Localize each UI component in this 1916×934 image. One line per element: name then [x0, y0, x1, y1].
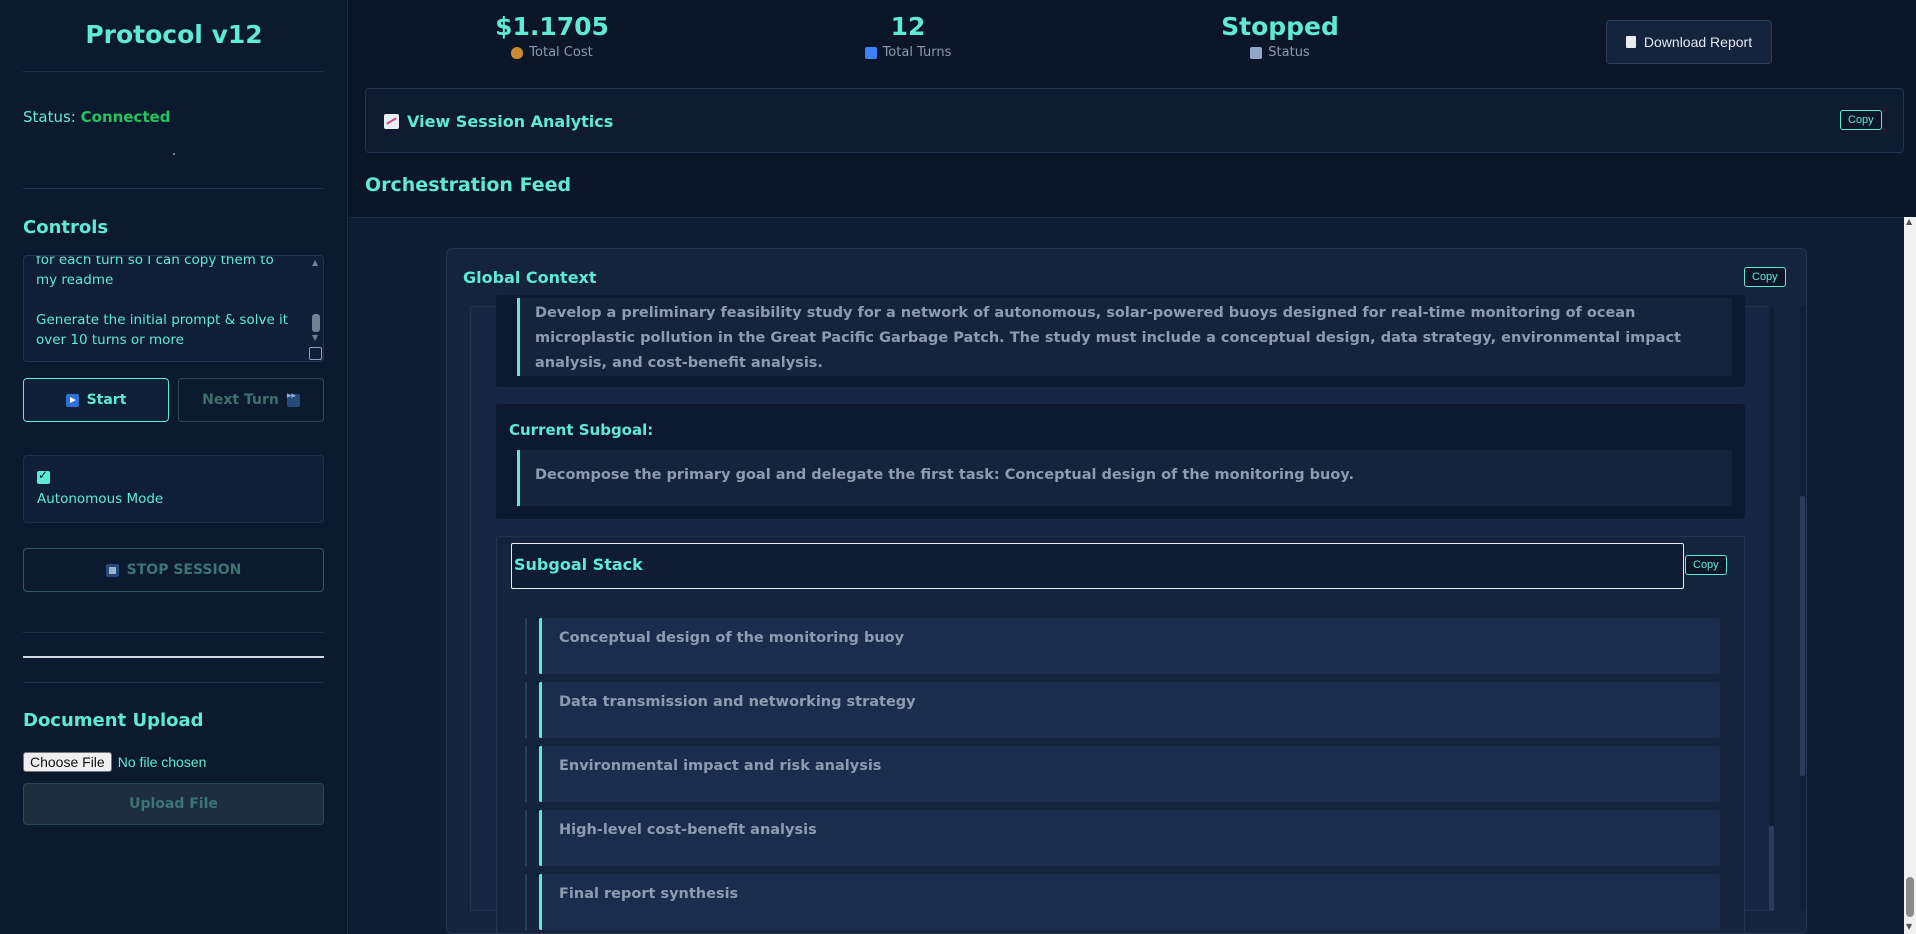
subgoal-item-text: Final report synthesis — [559, 886, 739, 902]
bar-chart-icon — [1250, 46, 1263, 59]
autonomous-mode-checkbox[interactable] — [37, 468, 50, 484]
page-scrollbar[interactable]: ▲ ▼ — [1904, 217, 1916, 934]
divider — [23, 632, 324, 633]
subgoal-stack-title: Subgoal Stack — [514, 555, 643, 574]
stop-session-button[interactable]: STOP SESSION — [23, 548, 324, 592]
money-bag-icon — [511, 46, 524, 59]
copy-global-context-button[interactable]: Copy — [1744, 267, 1786, 287]
global-context-title: Global Context — [463, 268, 597, 287]
separator-rule — [23, 656, 324, 658]
resize-handle[interactable] — [309, 347, 322, 360]
stack-guide — [525, 618, 527, 674]
connection-status: Status: Connected — [23, 108, 170, 126]
subgoal-item: High-level cost-benefit analysis — [539, 810, 1720, 866]
scroll-up-icon[interactable]: ▲ — [1906, 217, 1912, 226]
subgoal-item-text: Environmental impact and risk analysis — [559, 758, 882, 774]
subgoal-item: Data transmission and networking strateg… — [539, 682, 1720, 738]
divider — [23, 682, 324, 683]
scroll-thumb[interactable] — [312, 314, 320, 332]
subgoal-item: Final report synthesis — [539, 874, 1720, 930]
stack-guide — [525, 810, 527, 866]
total-turns-value: 12 — [890, 12, 926, 41]
file-input: Choose File No file chosen — [23, 752, 206, 772]
stop-label: STOP SESSION — [126, 562, 242, 578]
scroll-thumb[interactable] — [1800, 496, 1805, 776]
scroll-thumb[interactable] — [1906, 877, 1914, 917]
scroll-thumb[interactable] — [1769, 826, 1774, 911]
total-cost-value: $1.1705 — [495, 12, 609, 41]
subgoal-stack-header[interactable]: Subgoal Stack — [511, 543, 1684, 589]
subgoal-stack-scrollbar[interactable] — [1769, 306, 1774, 911]
divider — [23, 188, 324, 189]
trend-chart-icon — [384, 114, 399, 129]
no-file-label: No file chosen — [117, 754, 207, 770]
subgoal-stack-list: Conceptual design of the monitoring buoy… — [521, 618, 1733, 934]
start-label: Start — [86, 392, 127, 408]
download-label: Download Report — [1643, 34, 1753, 50]
prompt-text: for each turn so I can copy them to my r… — [36, 255, 289, 348]
subgoal-item: Environmental impact and risk analysis — [539, 746, 1720, 802]
orchestration-feed-title: Orchestration Feed — [365, 174, 572, 196]
upload-label: Upload File — [129, 796, 218, 812]
cycle-icon — [864, 46, 877, 59]
dot — [173, 153, 175, 155]
primary-goal-text: Develop a preliminary feasibility study … — [517, 298, 1732, 376]
subgoal-item-text: Data transmission and networking strateg… — [559, 694, 916, 710]
prompt-textarea[interactable]: for each turn so I can copy them to my r… — [23, 255, 324, 362]
autonomous-mode-panel: Autonomous Mode — [23, 455, 324, 523]
autonomous-mode-label: Autonomous Mode — [37, 491, 164, 507]
sidebar: Protocol v12 Status: Connected Controls … — [0, 0, 348, 934]
analytics-label: View Session Analytics — [407, 112, 614, 131]
stop-icon — [105, 563, 119, 577]
current-subgoal-text: Decompose the primary goal and delegate … — [517, 450, 1732, 506]
analytics-title[interactable]: View Session Analytics — [384, 112, 613, 131]
scroll-up-icon[interactable]: ▲ — [312, 258, 318, 267]
stack-guide — [525, 746, 527, 802]
total-turns-label: Total Turns — [882, 45, 952, 60]
session-status-stat: Stopped Status — [1180, 12, 1380, 60]
subgoal-item: Conceptual design of the monitoring buoy — [539, 618, 1720, 674]
stack-guide — [525, 682, 527, 738]
copy-subgoal-stack-button[interactable]: Copy — [1685, 555, 1727, 575]
status-value: Connected — [80, 108, 171, 126]
upload-file-button[interactable]: Upload File — [23, 783, 324, 825]
document-upload-title: Document Upload — [23, 710, 204, 731]
scroll-down-icon[interactable]: ▼ — [312, 333, 318, 342]
start-button[interactable]: Start — [23, 378, 169, 422]
current-subgoal-label: Current Subgoal: — [509, 421, 654, 439]
total-cost-stat: $1.1705 Total Cost — [452, 12, 652, 60]
total-cost-label: Total Cost — [529, 45, 593, 60]
download-report-button[interactable]: Download Report — [1606, 20, 1772, 64]
divider — [23, 71, 324, 72]
document-icon — [1625, 36, 1636, 48]
session-status-label: Status — [1268, 45, 1310, 60]
stack-guide — [525, 874, 527, 930]
prompt-scrollbar[interactable]: ▲ ▼ — [311, 258, 321, 358]
status-label: Status: — [23, 108, 76, 126]
play-icon — [65, 393, 79, 407]
fast-forward-icon — [286, 391, 300, 407]
app-title: Protocol v12 — [85, 20, 263, 49]
scroll-down-icon[interactable]: ▼ — [1906, 922, 1912, 931]
subgoal-item-text: High-level cost-benefit analysis — [559, 822, 817, 838]
next-turn-button[interactable]: Next Turn — [178, 378, 324, 422]
controls-title: Controls — [23, 217, 109, 238]
session-analytics-toggle[interactable]: View Session Analytics Copy — [365, 88, 1904, 153]
subgoal-item-text: Conceptual design of the monitoring buoy — [559, 630, 905, 646]
global-context-scrollbar[interactable] — [1800, 306, 1805, 911]
next-turn-label: Next Turn — [202, 392, 279, 408]
choose-file-button[interactable]: Choose File — [23, 752, 112, 772]
session-status-value: Stopped — [1221, 12, 1339, 41]
copy-analytics-button[interactable]: Copy — [1840, 110, 1882, 130]
total-turns-stat: 12 Total Turns — [808, 12, 1008, 60]
